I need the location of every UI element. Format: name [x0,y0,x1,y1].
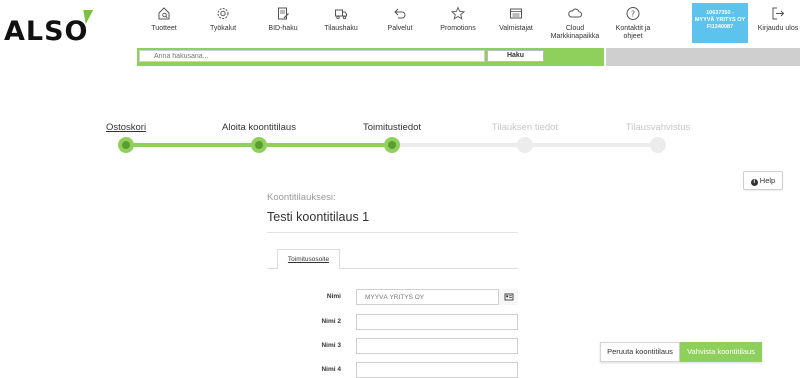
step-start-order-dot [251,137,267,153]
nav-bid[interactable]: BID-haku [268,6,298,46]
nav-manufacturers[interactable]: Valmistajat [497,6,535,46]
order-caption: Koontitilauksesi: [267,192,336,203]
address-card-icon [504,293,514,301]
step-start-order-label: Aloita koontitilaus [222,122,296,133]
logo-accent-mark [80,10,94,24]
logo-text: ALSO [4,16,89,47]
nav-cloud-label-2: Markkinapaikka [550,33,600,40]
name-field[interactable] [356,289,518,305]
info-icon: i [750,179,758,186]
nav-services-label: Palvelut [387,25,413,32]
step-cart-label[interactable]: Ostoskori [106,122,146,133]
list-window-icon [510,8,522,19]
account-company: MYYVÄ YRITYS OY [694,17,746,23]
name-label: Nimi [326,293,341,300]
document-edit-icon [278,7,289,20]
star-icon [451,6,465,20]
search-button[interactable]: Haku [487,50,544,62]
step-confirmation-label: Tilausvahvistus [625,122,691,133]
help-button[interactable]: i Help [743,171,783,190]
logout-icon [772,7,785,20]
confirm-order-button[interactable]: Vahvista koontitilaus [680,342,762,362]
name3-field[interactable] [356,338,518,354]
name3-label: Nimi 3 [321,342,341,349]
nav-contacts-label-1: Kontaktit ja [615,25,651,32]
nav-promotions[interactable]: Promotions [440,6,476,46]
name2-field[interactable] [356,314,518,330]
gear-icon [217,8,229,19]
svg-text:?: ? [631,10,635,19]
search-bar: Haku [137,48,604,66]
nav-order-search[interactable]: Tilaushaku [324,6,358,46]
also-logo[interactable]: ALSO [4,10,94,48]
nav-products[interactable]: Tuotteet [151,6,177,46]
nav-tools-label: Työkalut [209,25,237,32]
step-confirmation-dot [650,137,666,153]
step-cart-dot [118,137,134,153]
tab-delivery-address[interactable]: Toimitusosoite [277,249,340,269]
nav-cloud-marketplace[interactable]: Cloud Markkinapaikka [549,6,601,46]
help-label: Help [759,176,776,185]
nav-contacts-help[interactable]: ? Kontaktit ja ohjeet [612,6,654,46]
cancel-order-button[interactable]: Peruuta koontitilaus [600,342,680,362]
divider [267,232,518,233]
nav-services[interactable]: Palvelut [386,6,414,46]
home-search-icon [158,7,170,20]
return-arrow-icon [394,8,406,19]
nav-products-label: Tuotteet [151,25,177,32]
name2-label: Nimi 2 [321,318,341,325]
step-order-details-label: Tilauksen tiedot [491,122,559,133]
nav-cloud-label-1: Cloud [565,25,585,32]
nav-order-search-label: Tilaushaku [324,25,358,32]
question-circle-icon: ? [626,7,640,20]
logout-label: Kirjaudu ulos [757,25,799,32]
nav-contacts-label-2: ohjeet [623,33,643,40]
address-book-button[interactable] [498,289,518,305]
nav-manufacturers-label: Valmistajat [499,25,533,32]
delivery-icon [335,9,347,20]
account-badge[interactable]: 10637350 - MYYVÄ YRITYS OY FI1340087 [692,3,748,43]
step-delivery-label: Toimitustiedot [362,122,422,133]
nav-bid-label: BID-haku [268,25,298,32]
nav-promotions-label: Promotions [440,25,476,32]
nav-tools[interactable]: Työkalut [209,6,237,46]
cloud-icon [568,8,583,18]
name4-field[interactable] [356,362,518,378]
step-delivery-dot [384,137,400,153]
account-id: FI1340087 [706,24,734,30]
account-number: 10637350 - [706,10,734,16]
order-title: Testi koontitilaus 1 [267,210,370,224]
search-input[interactable] [139,50,485,62]
logout-button[interactable]: Kirjaudu ulos [757,6,799,46]
step-order-details-dot [517,137,533,153]
header-filler-bar [606,48,800,66]
